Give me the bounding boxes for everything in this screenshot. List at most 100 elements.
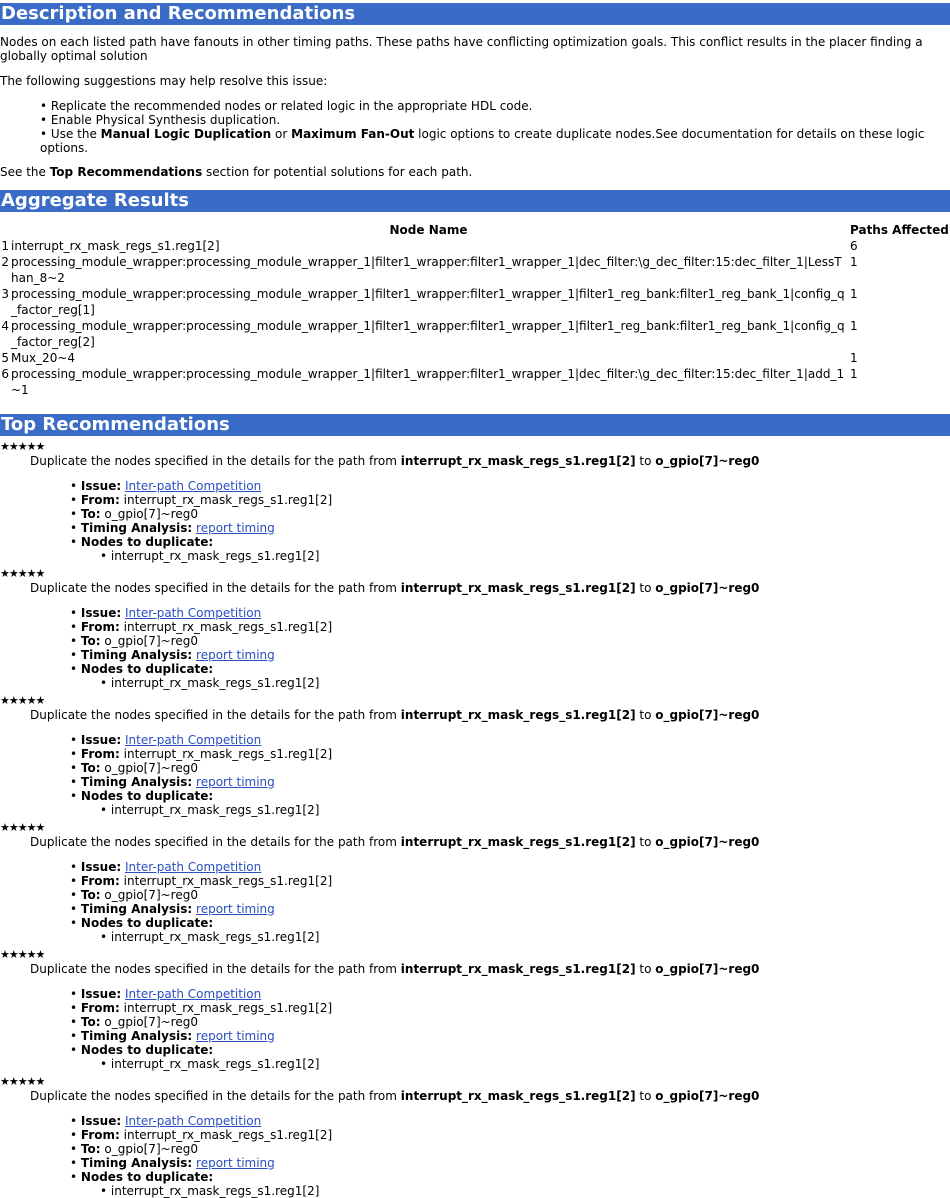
row-index: 1 bbox=[1, 239, 9, 253]
text: Duplicate the nodes specified in the det… bbox=[30, 454, 401, 468]
paths-affected: 1 bbox=[850, 367, 858, 381]
label: From: bbox=[80, 874, 120, 888]
row-index: 3 bbox=[1, 287, 9, 301]
from-node: interrupt_rx_mask_regs_s1.reg1[2] bbox=[400, 581, 636, 595]
label: From: bbox=[80, 620, 120, 634]
recommendation-text: Duplicate the nodes specified in the det… bbox=[0, 835, 950, 849]
issue-link[interactable]: Inter-path Competition bbox=[125, 479, 261, 493]
row-index: 5 bbox=[1, 351, 9, 365]
recommendation-details: Issue: Inter-path Competition From: inte… bbox=[0, 733, 950, 803]
from-node: interrupt_rx_mask_regs_s1.reg1[2] bbox=[400, 1089, 636, 1103]
section-ref: Top Recommendations bbox=[49, 165, 203, 179]
table-row: 5 Mux_20~4 1 bbox=[0, 350, 950, 366]
label: Nodes to duplicate: bbox=[80, 662, 214, 676]
label: Nodes to duplicate: bbox=[80, 1043, 214, 1057]
rating-stars: ★★★★★ bbox=[0, 948, 45, 961]
report-timing-link[interactable]: report timing bbox=[196, 775, 275, 789]
label: Issue: bbox=[80, 733, 122, 747]
report-timing-link[interactable]: report timing bbox=[196, 1029, 275, 1043]
label: To: bbox=[80, 507, 101, 521]
report-timing-link[interactable]: report timing bbox=[196, 648, 275, 662]
duplicate-nodes-list: interrupt_rx_mask_regs_s1.reg1[2] bbox=[0, 549, 950, 563]
issue-link[interactable]: Inter-path Competition bbox=[125, 606, 261, 620]
issue-link[interactable]: Inter-path Competition bbox=[125, 987, 261, 1001]
see-top-recommendations: See the Top Recommendations section for … bbox=[0, 165, 950, 179]
text: or bbox=[271, 127, 292, 141]
detail-nodes-to-duplicate: Nodes to duplicate: bbox=[70, 916, 950, 930]
node-name: processing_module_wrapper:processing_mod… bbox=[11, 367, 845, 397]
recommendation-text: Duplicate the nodes specified in the det… bbox=[0, 962, 950, 976]
section-header-description: Description and Recommendations bbox=[0, 3, 950, 25]
to-node: o_gpio[7]~reg0 bbox=[655, 708, 760, 722]
issue-link[interactable]: Inter-path Competition bbox=[125, 1114, 261, 1128]
label: Issue: bbox=[80, 860, 122, 874]
detail-issue: Issue: Inter-path Competition bbox=[70, 1114, 950, 1128]
label: From: bbox=[80, 1001, 120, 1015]
recommendation: ★★★★★ Duplicate the nodes specified in t… bbox=[0, 821, 950, 944]
text: to bbox=[635, 1089, 656, 1103]
recommendation-details: Issue: Inter-path Competition From: inte… bbox=[0, 479, 950, 549]
suggestion-item: Use the Manual Logic Duplication or Maxi… bbox=[40, 127, 950, 155]
option-name: Manual Logic Duplication bbox=[100, 127, 272, 141]
value: interrupt_rx_mask_regs_s1.reg1[2] bbox=[123, 747, 333, 761]
recommendation-text: Duplicate the nodes specified in the det… bbox=[0, 1089, 950, 1103]
duplicate-node: interrupt_rx_mask_regs_s1.reg1[2] bbox=[100, 930, 950, 944]
issue-link[interactable]: Inter-path Competition bbox=[125, 860, 261, 874]
value: o_gpio[7]~reg0 bbox=[104, 507, 198, 521]
text: See the bbox=[0, 165, 50, 179]
label: Timing Analysis: bbox=[80, 1029, 193, 1043]
label: Nodes to duplicate: bbox=[80, 1170, 214, 1184]
text: Duplicate the nodes specified in the det… bbox=[30, 962, 401, 976]
rating-stars: ★★★★★ bbox=[0, 1075, 45, 1088]
text: to bbox=[635, 708, 656, 722]
suggestions-list: Replicate the recommended nodes or relat… bbox=[0, 99, 950, 155]
detail-from: From: interrupt_rx_mask_regs_s1.reg1[2] bbox=[70, 1128, 950, 1142]
report-timing-link[interactable]: report timing bbox=[196, 1156, 275, 1170]
detail-issue: Issue: Inter-path Competition bbox=[70, 987, 950, 1001]
duplicate-nodes-list: interrupt_rx_mask_regs_s1.reg1[2] bbox=[0, 676, 950, 690]
text: Duplicate the nodes specified in the det… bbox=[30, 835, 401, 849]
text: section for potential solutions for each… bbox=[202, 165, 473, 179]
label: From: bbox=[80, 493, 120, 507]
value: interrupt_rx_mask_regs_s1.reg1[2] bbox=[123, 493, 333, 507]
node-name: processing_module_wrapper:processing_mod… bbox=[11, 319, 845, 349]
aggregate-table: Node Name Paths Affected 1 interrupt_rx_m… bbox=[0, 222, 950, 398]
paths-affected: 1 bbox=[850, 319, 858, 333]
node-name: interrupt_rx_mask_regs_s1.reg1[2] bbox=[11, 239, 220, 253]
report-timing-link[interactable]: report timing bbox=[196, 902, 275, 916]
recommendation-details: Issue: Inter-path Competition From: inte… bbox=[0, 987, 950, 1057]
node-name: processing_module_wrapper:processing_mod… bbox=[11, 287, 845, 317]
label: Timing Analysis: bbox=[80, 775, 193, 789]
issue-link[interactable]: Inter-path Competition bbox=[125, 733, 261, 747]
label: Nodes to duplicate: bbox=[80, 535, 214, 549]
detail-to: To: o_gpio[7]~reg0 bbox=[70, 634, 950, 648]
label: Issue: bbox=[80, 479, 122, 493]
duplicate-nodes-list: interrupt_rx_mask_regs_s1.reg1[2] bbox=[0, 930, 950, 944]
label: Issue: bbox=[80, 606, 122, 620]
paths-affected: 1 bbox=[850, 287, 858, 301]
table-row: 6 processing_module_wrapper:processing_mo… bbox=[0, 366, 950, 398]
duplicate-node: interrupt_rx_mask_regs_s1.reg1[2] bbox=[100, 549, 950, 563]
recommendation-details: Issue: Inter-path Competition From: inte… bbox=[0, 606, 950, 676]
paths-affected: 1 bbox=[850, 255, 858, 269]
paths-affected: 1 bbox=[850, 351, 858, 365]
row-index: 4 bbox=[1, 319, 9, 333]
to-node: o_gpio[7]~reg0 bbox=[655, 962, 760, 976]
option-name: Maximum Fan-Out bbox=[291, 127, 415, 141]
description-intro: Nodes on each listed path have fanouts i… bbox=[0, 35, 923, 63]
label: Timing Analysis: bbox=[80, 648, 193, 662]
recommendation-details: Issue: Inter-path Competition From: inte… bbox=[0, 1114, 950, 1184]
text: Use the bbox=[50, 127, 101, 141]
duplicate-node: interrupt_rx_mask_regs_s1.reg1[2] bbox=[100, 803, 950, 817]
recommendation: ★★★★★ Duplicate the nodes specified in t… bbox=[0, 694, 950, 817]
row-index: 6 bbox=[1, 367, 9, 381]
detail-timing-analysis: Timing Analysis: report timing bbox=[70, 902, 950, 916]
value: o_gpio[7]~reg0 bbox=[104, 1142, 198, 1156]
report-timing-link[interactable]: report timing bbox=[196, 521, 275, 535]
detail-to: To: o_gpio[7]~reg0 bbox=[70, 1142, 950, 1156]
duplicate-node: interrupt_rx_mask_regs_s1.reg1[2] bbox=[100, 1184, 950, 1198]
table-row: 3 processing_module_wrapper:processing_mo… bbox=[0, 286, 950, 318]
from-node: interrupt_rx_mask_regs_s1.reg1[2] bbox=[400, 835, 636, 849]
detail-nodes-to-duplicate: Nodes to duplicate: bbox=[70, 535, 950, 549]
to-node: o_gpio[7]~reg0 bbox=[655, 454, 760, 468]
